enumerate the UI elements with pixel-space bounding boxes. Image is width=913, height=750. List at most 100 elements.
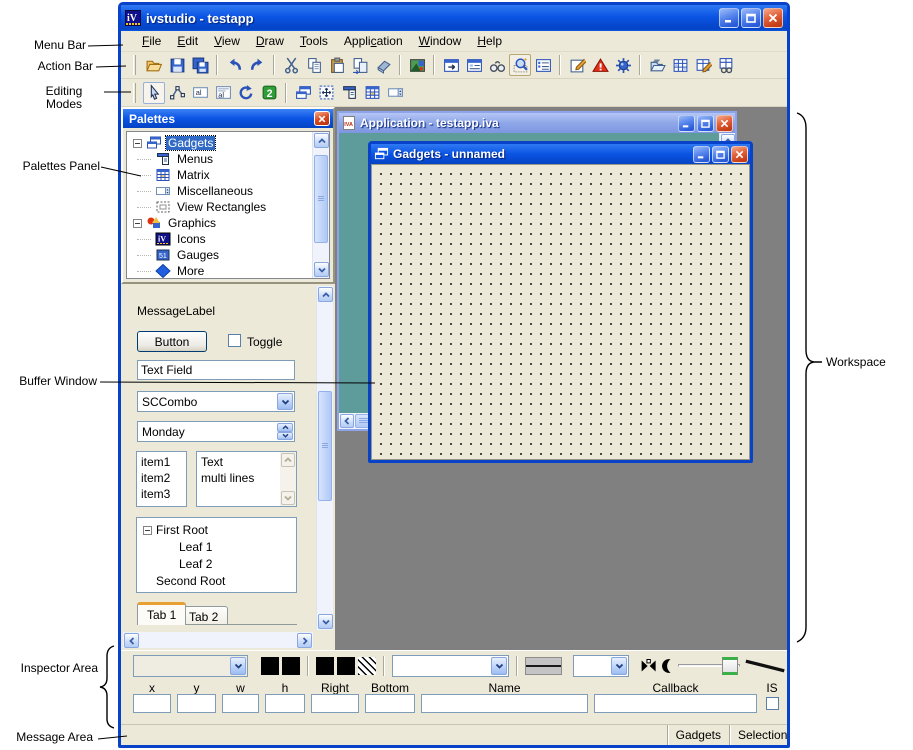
tree-item-more[interactable]: More (133, 263, 312, 278)
line-color-swatch[interactable] (337, 657, 355, 675)
edit-points-mode-button[interactable] (166, 82, 188, 104)
gadget-menu-mode-button[interactable] (338, 82, 360, 104)
chevron-down-icon[interactable] (277, 393, 293, 410)
tree-node-leaf2[interactable]: Leaf 2 (143, 556, 296, 573)
menu-view[interactable]: View (207, 32, 247, 50)
scrollbar-thumb[interactable] (314, 155, 328, 243)
rotate-mode-button[interactable] (235, 82, 257, 104)
toggle-checkbox[interactable] (228, 334, 241, 347)
chevron-down-icon[interactable] (230, 657, 246, 675)
duplicate-button[interactable] (349, 54, 371, 76)
gadget-matrix-mode-button[interactable] (361, 82, 383, 104)
menu-help[interactable]: Help (470, 32, 509, 50)
save-all-button[interactable] (189, 54, 211, 76)
palettes-scrollbar[interactable] (312, 132, 329, 278)
scroll-up-button[interactable] (314, 133, 329, 148)
callback-field[interactable] (594, 694, 757, 713)
sample-text-field[interactable] (137, 360, 295, 380)
debug-button[interactable] (612, 54, 634, 76)
slider-handle[interactable] (722, 657, 738, 675)
text-block-mode-button[interactable]: al (212, 82, 234, 104)
tree-item-miscellaneous[interactable]: Miscellaneous (133, 183, 312, 199)
chevron-down-icon[interactable] (491, 657, 507, 675)
scroll-up-button[interactable] (281, 453, 295, 467)
application-title-bar[interactable]: IVA Application - testapp.iva (339, 113, 735, 133)
minimize-button[interactable] (693, 146, 710, 163)
edit-note-button[interactable] (566, 54, 588, 76)
name-field[interactable] (421, 694, 588, 713)
sample-tree[interactable]: First Root Leaf 1 Leaf 2 Second Root (136, 517, 297, 593)
tree-panel-button[interactable] (532, 54, 554, 76)
sample-button[interactable]: Button (137, 331, 207, 352)
bottom-field[interactable] (365, 694, 415, 713)
cut-button[interactable] (280, 54, 302, 76)
scroll-down-button[interactable] (314, 262, 329, 277)
spin-up-button[interactable] (277, 423, 293, 432)
is-checkbox[interactable] (766, 697, 779, 710)
arrow-style-icon[interactable] (640, 658, 657, 674)
minimize-button[interactable] (719, 8, 739, 28)
tree-item-gauges[interactable]: 51 Gauges (133, 247, 312, 263)
select-mode-button[interactable] (143, 82, 165, 104)
sample-spinner[interactable]: Monday (137, 421, 295, 442)
tree-node-leaf1[interactable]: Leaf 1 (143, 539, 296, 556)
collapse-icon[interactable] (133, 139, 142, 148)
tree-item-matrix[interactable]: Matrix (133, 167, 312, 183)
line-style-preview[interactable] (525, 657, 562, 675)
buffer-horizontal-scrollbar[interactable] (123, 632, 313, 648)
close-button[interactable] (716, 115, 733, 132)
tree-item-icons[interactable]: iV Icons (133, 231, 312, 247)
erase-button[interactable] (372, 54, 394, 76)
tab-2[interactable]: Tab 2 (179, 606, 228, 625)
tree-item-menus[interactable]: Menus (133, 151, 312, 167)
inspector-combo-disabled[interactable] (133, 655, 248, 677)
gadget-spinbox-mode-button[interactable] (384, 82, 406, 104)
title-bar[interactable]: iV ivstudio - testapp (121, 5, 787, 31)
menu-tools[interactable]: Tools (293, 32, 335, 50)
scroll-left-button[interactable] (124, 633, 139, 648)
tree-item-graphics[interactable]: Graphics (133, 215, 312, 231)
list-item[interactable]: item1 (141, 454, 182, 470)
scroll-left-button[interactable] (340, 414, 354, 428)
sample-listbox[interactable]: item1 item2 item3 (136, 451, 187, 507)
y-field[interactable] (177, 694, 216, 713)
gadgets-canvas[interactable] (371, 164, 750, 460)
menu-file[interactable]: File (135, 32, 168, 50)
tree-item-gadgets[interactable]: Gadgets (133, 135, 312, 151)
foreground-color-swatch[interactable] (261, 657, 279, 675)
right-field[interactable] (311, 694, 359, 713)
copy-button[interactable] (303, 54, 325, 76)
scroll-down-button[interactable] (318, 614, 333, 629)
list-item[interactable]: item3 (141, 486, 182, 502)
list-item[interactable]: item2 (141, 470, 182, 486)
save-button[interactable] (166, 54, 188, 76)
palettes-title-bar[interactable]: Palettes (123, 109, 333, 128)
crescent-icon[interactable] (660, 658, 675, 674)
fill-color-swatch[interactable] (316, 657, 334, 675)
buffer-vertical-scrollbar[interactable] (316, 286, 333, 630)
open-button[interactable] (143, 54, 165, 76)
tree-node-first-root[interactable]: First Root (143, 522, 296, 539)
scroll-up-button[interactable] (318, 287, 333, 302)
maximize-button[interactable] (712, 146, 729, 163)
menu-application[interactable]: Application (337, 32, 410, 50)
error-messages-button[interactable] (589, 54, 611, 76)
fill-pattern-swatch[interactable] (358, 657, 376, 675)
w-field[interactable] (222, 694, 259, 713)
tree-item-view-rectangles[interactable]: View Rectangles (133, 199, 312, 215)
scroll-down-button[interactable] (281, 491, 295, 505)
open-panel-button[interactable] (646, 54, 668, 76)
undo-button[interactable] (223, 54, 245, 76)
x-field[interactable] (133, 694, 171, 713)
gadget-window-mode-button[interactable] (292, 82, 314, 104)
sample-textarea[interactable]: Text multi lines (196, 451, 297, 507)
examine-button[interactable] (509, 54, 531, 76)
inspector-pattern-combo[interactable] (392, 655, 509, 677)
chevron-down-icon[interactable] (611, 657, 627, 675)
tab-1[interactable]: Tab 1 (137, 602, 186, 625)
collapse-icon[interactable] (133, 219, 142, 228)
spin-down-button[interactable] (277, 432, 293, 441)
gadget-focus-mode-button[interactable] (315, 82, 337, 104)
find-button[interactable] (486, 54, 508, 76)
minimize-button[interactable] (678, 115, 695, 132)
